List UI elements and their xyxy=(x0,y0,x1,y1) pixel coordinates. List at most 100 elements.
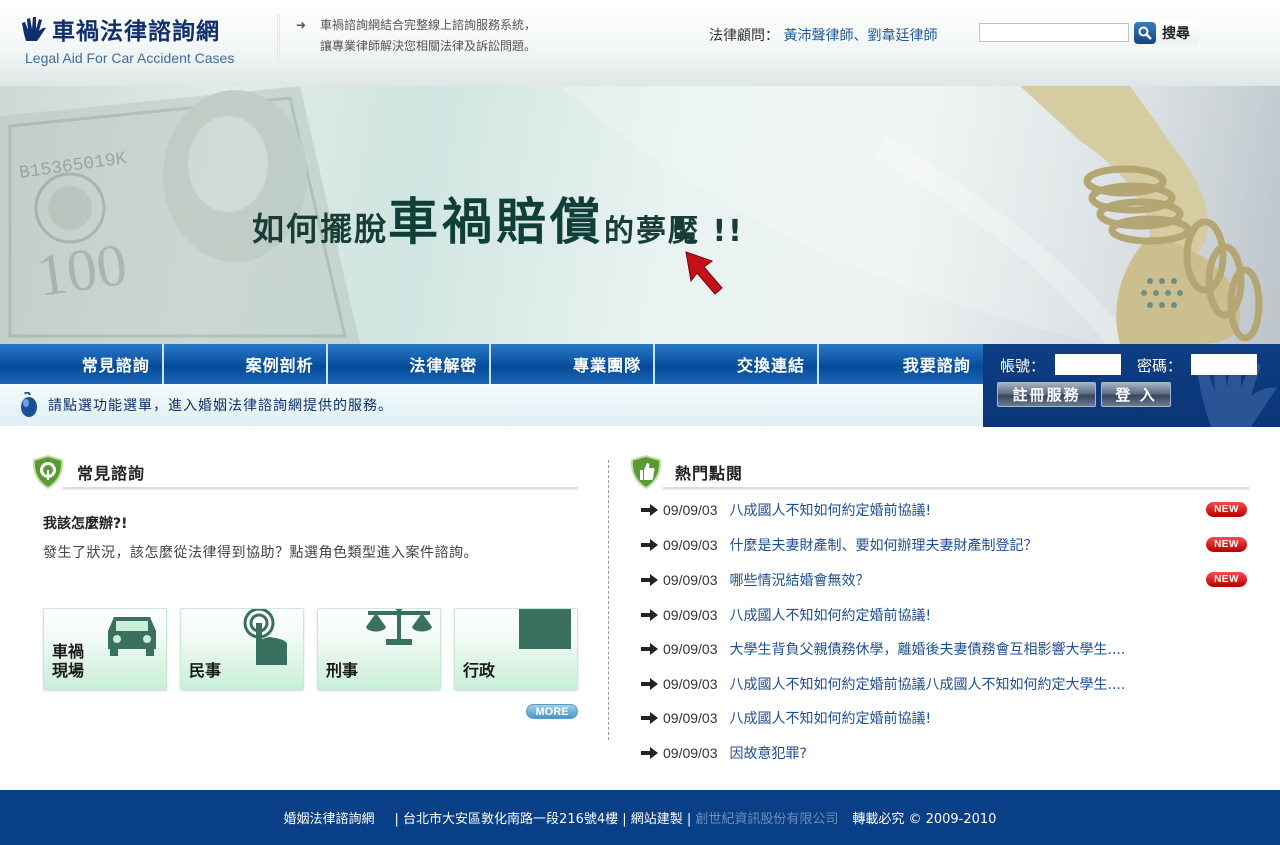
advisors-label: 法律顧問： xyxy=(709,28,779,44)
tagline-line-2: 讓專業律師解決您相關法律及訴訟問題。 xyxy=(320,39,537,53)
footer-site-name: 婚姻法律諮詢網 xyxy=(283,812,375,827)
arrow-right-icon xyxy=(641,678,658,690)
site-footer: 婚姻法律諮詢網 | 台北市大安區敦化南路一段216號4樓 | 網站建製 | 創世… xyxy=(0,790,1280,845)
password-label: 密碼： xyxy=(1137,357,1183,375)
hand-logo-icon xyxy=(22,17,46,41)
arrow-right-icon xyxy=(641,643,658,655)
item-date: 09/09/03 xyxy=(663,607,718,623)
item-title-link[interactable]: 什麼是夫妻財產制、要如何辦理夫妻財產制登記？ xyxy=(730,535,1038,555)
scales-icon xyxy=(366,609,432,645)
arrow-right-icon xyxy=(641,609,658,621)
nav-hint-bar: 請點選功能選單，進入婚姻法律諮詢網提供的服務。 xyxy=(0,384,983,426)
category-car-accident-scene[interactable]: 車禍 現場 xyxy=(43,608,167,690)
slogan-emphasis: 車禍賠償 xyxy=(388,193,605,251)
list-item: 09/09/03 八成國人不知如何約定婚前協議! NEW xyxy=(641,500,1251,520)
legal-advisors: 法律顧問： 黃沛聲律師、劉韋廷律師 xyxy=(709,25,937,45)
nav-item-team[interactable]: 專業團隊 xyxy=(491,344,656,384)
more-button[interactable]: MORE xyxy=(526,704,578,719)
briefcase-icon xyxy=(519,609,571,649)
svg-text:100: 100 xyxy=(33,231,131,309)
nav-hint-text: 請點選功能選單，進入婚姻法律諮詢網提供的服務。 xyxy=(48,398,393,414)
red-cursor-arrow xyxy=(685,251,723,295)
faq-section-rule xyxy=(63,487,578,490)
nav-item-case-analysis[interactable]: 案例剖析 xyxy=(164,344,328,384)
category-criminal[interactable]: 刑事 xyxy=(317,608,441,690)
item-title-link[interactable]: 八成國人不知如何約定婚前協議! xyxy=(730,605,932,625)
hero-banner: B15365019K 100 如何擺脫 車禍賠償 的夢魘 !! xyxy=(0,86,1280,344)
item-date: 09/09/03 xyxy=(663,641,718,657)
item-title-link[interactable]: 八成國人不知如何約定婚前協議! xyxy=(730,500,932,520)
car-icon xyxy=(108,617,156,656)
mouse-icon xyxy=(21,392,37,417)
item-date: 09/09/03 xyxy=(663,676,718,692)
search-button[interactable]: 搜尋 xyxy=(1134,21,1198,45)
signal-badge-icon xyxy=(32,455,64,489)
slogan-suffix: 的夢魘 !! xyxy=(604,214,744,249)
nav-item-links[interactable]: 交換連結 xyxy=(655,344,819,384)
tagline: ➜ 車禍諮詢網結合完整線上諮詢服務系統， 讓專業律師解決您相關法律及訴訟問題。 xyxy=(296,15,536,57)
list-item: 09/09/03 什麼是夫妻財產制、要如何辦理夫妻財產制登記？ NEW xyxy=(641,535,1251,555)
nav-item-law-explained[interactable]: 法律解密 xyxy=(328,344,492,384)
category-label: 民事 xyxy=(189,661,222,680)
login-button[interactable]: 登 入 xyxy=(1101,382,1171,407)
item-title-link[interactable]: 八成國人不知如何約定婚前協議八成國人不知如何約定大學生.... xyxy=(730,674,1126,694)
new-badge: NEW xyxy=(1206,502,1247,517)
list-item: 09/09/03 哪些情況結婚會無效？ NEW xyxy=(641,570,1251,590)
item-title-link[interactable]: 八成國人不知如何約定婚前協議! xyxy=(730,708,932,728)
item-date: 09/09/03 xyxy=(663,710,718,726)
list-item: 09/09/03 因故意犯罪? xyxy=(641,743,1251,763)
item-date: 09/09/03 xyxy=(663,502,718,518)
advisors-names[interactable]: 黃沛聲律師、劉韋廷律師 xyxy=(783,28,937,44)
account-input[interactable] xyxy=(1055,354,1121,375)
list-item: 09/09/03 八成國人不知如何約定婚前協議八成國人不知如何約定大學生.... xyxy=(641,674,1251,694)
hot-section-rule xyxy=(663,487,1249,490)
site-header: 車禍法律諮詢網 Legal Aid For Car Accident Cases… xyxy=(0,0,1280,86)
password-input[interactable] xyxy=(1191,354,1257,375)
item-title-link[interactable]: 因故意犯罪? xyxy=(730,743,807,763)
new-badge: NEW xyxy=(1206,537,1247,552)
register-button[interactable]: 註冊服務 xyxy=(997,382,1096,407)
account-label: 帳號： xyxy=(1000,357,1046,375)
search-button-label: 搜尋 xyxy=(1162,26,1190,42)
logo-subtitle: Legal Aid For Car Accident Cases xyxy=(25,50,235,66)
login-panel: 帳號： 密碼： 註冊服務 登 入 xyxy=(983,344,1280,427)
arrow-right-icon: ➜ xyxy=(296,18,307,32)
column-divider xyxy=(608,460,609,740)
list-item: 09/09/03 大學生背負父親債務休學，離婚後夫妻債務會互相影響大學生.... xyxy=(641,639,1251,659)
item-title-link[interactable]: 大學生背負父親債務休學，離婚後夫妻債務會互相影響大學生.... xyxy=(730,639,1126,659)
nav-item-faq[interactable]: 常見諮詢 xyxy=(0,344,164,384)
list-item: 09/09/03 八成國人不知如何約定婚前協議! xyxy=(641,708,1251,728)
arrow-right-icon xyxy=(641,712,658,724)
item-date: 09/09/03 xyxy=(663,537,718,553)
footer-builder-link[interactable]: 創世紀資訊股份有限公司 xyxy=(695,808,838,827)
header-divider xyxy=(277,14,280,62)
item-title-link[interactable]: 哪些情況結婚會無效？ xyxy=(730,570,870,590)
new-badge: NEW xyxy=(1206,572,1247,587)
footer-copyright: 轉載必究 © 2009-2010 xyxy=(852,812,997,827)
nav-item-consult[interactable]: 我要諮詢 xyxy=(819,344,983,384)
arrow-right-icon xyxy=(641,574,658,586)
item-date: 09/09/03 xyxy=(663,745,718,761)
slogan-prefix: 如何擺脫 xyxy=(252,210,389,248)
arrow-right-icon xyxy=(641,747,658,759)
faq-section-header: 常見諮詢 xyxy=(31,455,145,489)
site-logo[interactable]: 車禍法律諮詢網 Legal Aid For Car Accident Cases xyxy=(20,12,234,66)
touch-icon xyxy=(243,609,287,665)
faq-section-title: 常見諮詢 xyxy=(77,464,146,483)
category-civil[interactable]: 民事 xyxy=(180,608,304,690)
hot-section-title: 熱門點閱 xyxy=(675,464,744,483)
search-icon xyxy=(1134,22,1156,44)
category-label: 行政 xyxy=(463,661,496,680)
arrow-right-icon xyxy=(641,504,658,516)
category-label: 車禍 現場 xyxy=(52,642,85,680)
main-nav: 常見諮詢 案例剖析 法律解密 專業團隊 交換連結 我要諮詢 xyxy=(0,344,983,384)
faq-question: 我該怎麼辦?! xyxy=(43,516,128,532)
category-administrative[interactable]: 行政 xyxy=(454,608,578,690)
item-date: 09/09/03 xyxy=(663,572,718,588)
thumbs-up-badge-icon xyxy=(630,455,662,489)
arrow-right-icon xyxy=(641,539,658,551)
banner-slogan: 如何擺脫 車禍賠償 的夢魘 !! xyxy=(252,194,744,250)
search-input[interactable] xyxy=(979,23,1129,42)
list-item: 09/09/03 八成國人不知如何約定婚前協議! xyxy=(641,605,1251,625)
faq-description: 發生了狀況，該怎麼從法律得到協助？點選角色類型進入案件諮詢。 xyxy=(43,545,478,561)
